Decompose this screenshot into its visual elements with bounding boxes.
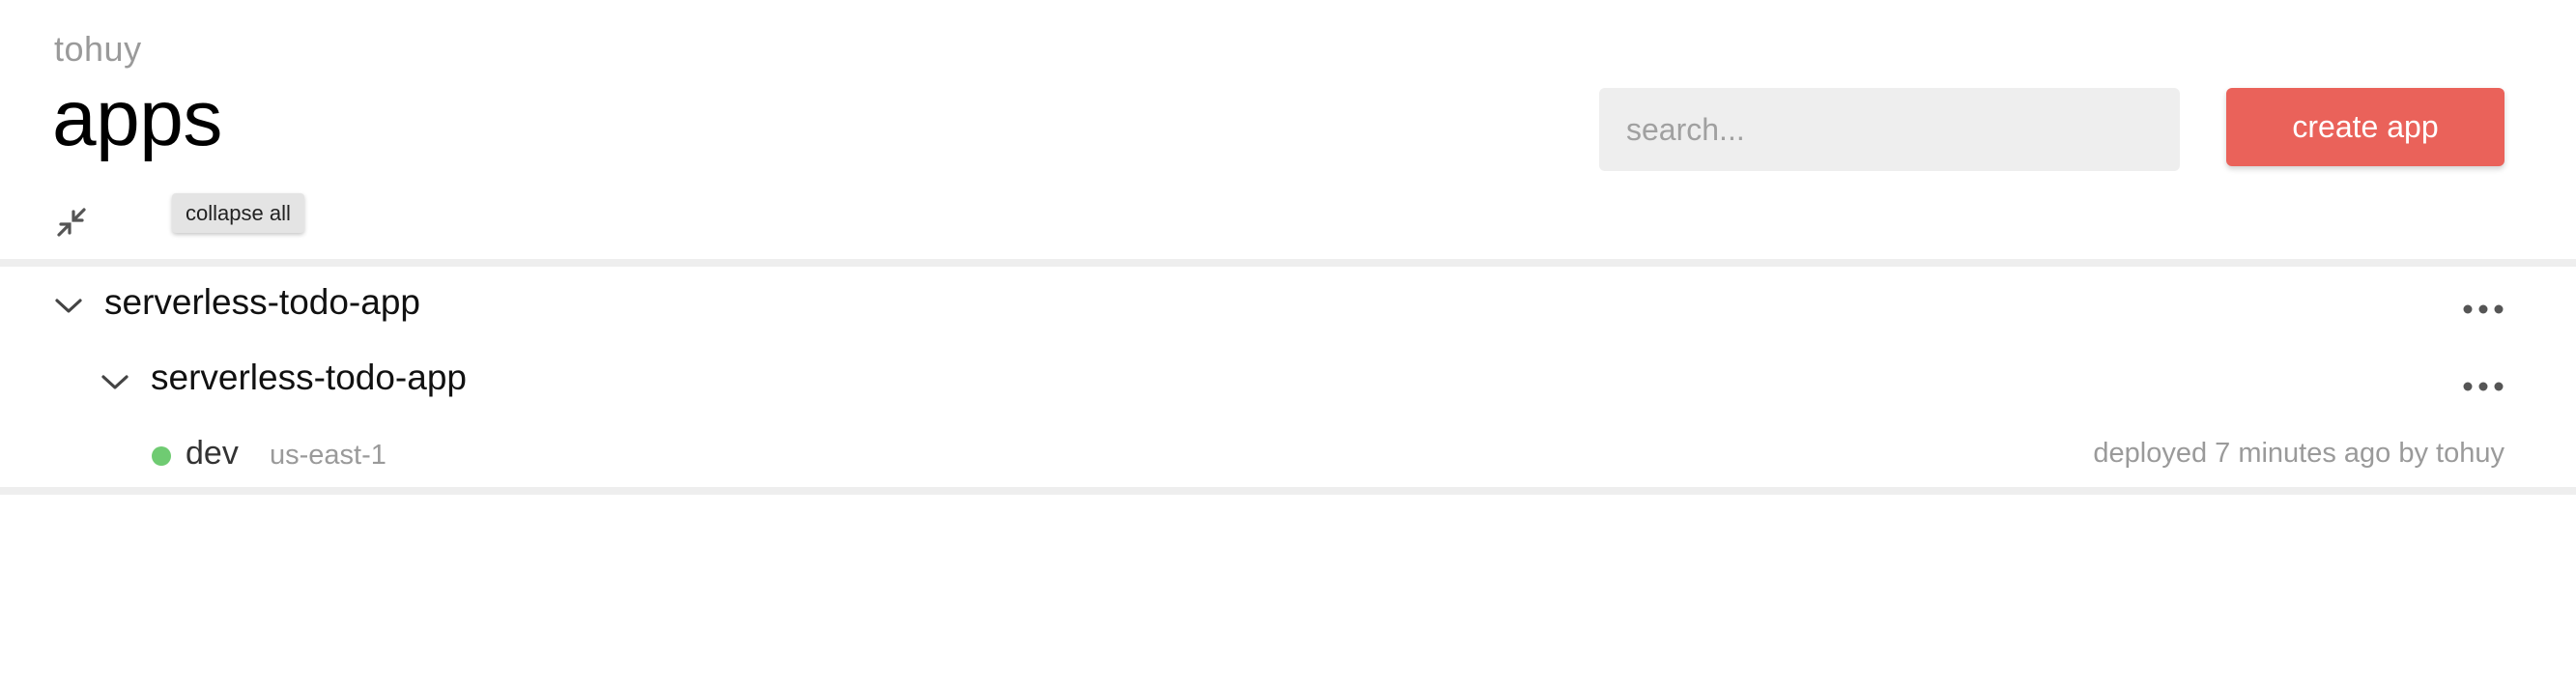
collapse-all-icon[interactable]	[54, 205, 89, 240]
list-bottom-divider	[0, 487, 2576, 495]
app-name[interactable]: serverless-todo-app	[104, 282, 420, 323]
deploy-info: deployed 7 minutes ago by tohuy	[2093, 438, 2504, 469]
status-dot-icon	[152, 446, 171, 466]
stage-name[interactable]: dev	[186, 435, 239, 473]
page-title: apps	[52, 74, 222, 162]
stage-region: us-east-1	[270, 440, 386, 471]
service-more-options-icon[interactable]	[2462, 379, 2504, 394]
chevron-down-icon[interactable]	[100, 373, 130, 392]
create-app-button[interactable]: create app	[2226, 88, 2504, 166]
org-name: tohuy	[54, 29, 142, 69]
service-name[interactable]: serverless-todo-app	[151, 358, 467, 398]
collapse-all-tooltip: collapse all	[172, 193, 304, 233]
search-input[interactable]	[1599, 88, 2180, 171]
app-more-options-icon[interactable]	[2462, 301, 2504, 317]
list-top-divider	[0, 259, 2576, 267]
chevron-down-icon[interactable]	[53, 297, 84, 316]
